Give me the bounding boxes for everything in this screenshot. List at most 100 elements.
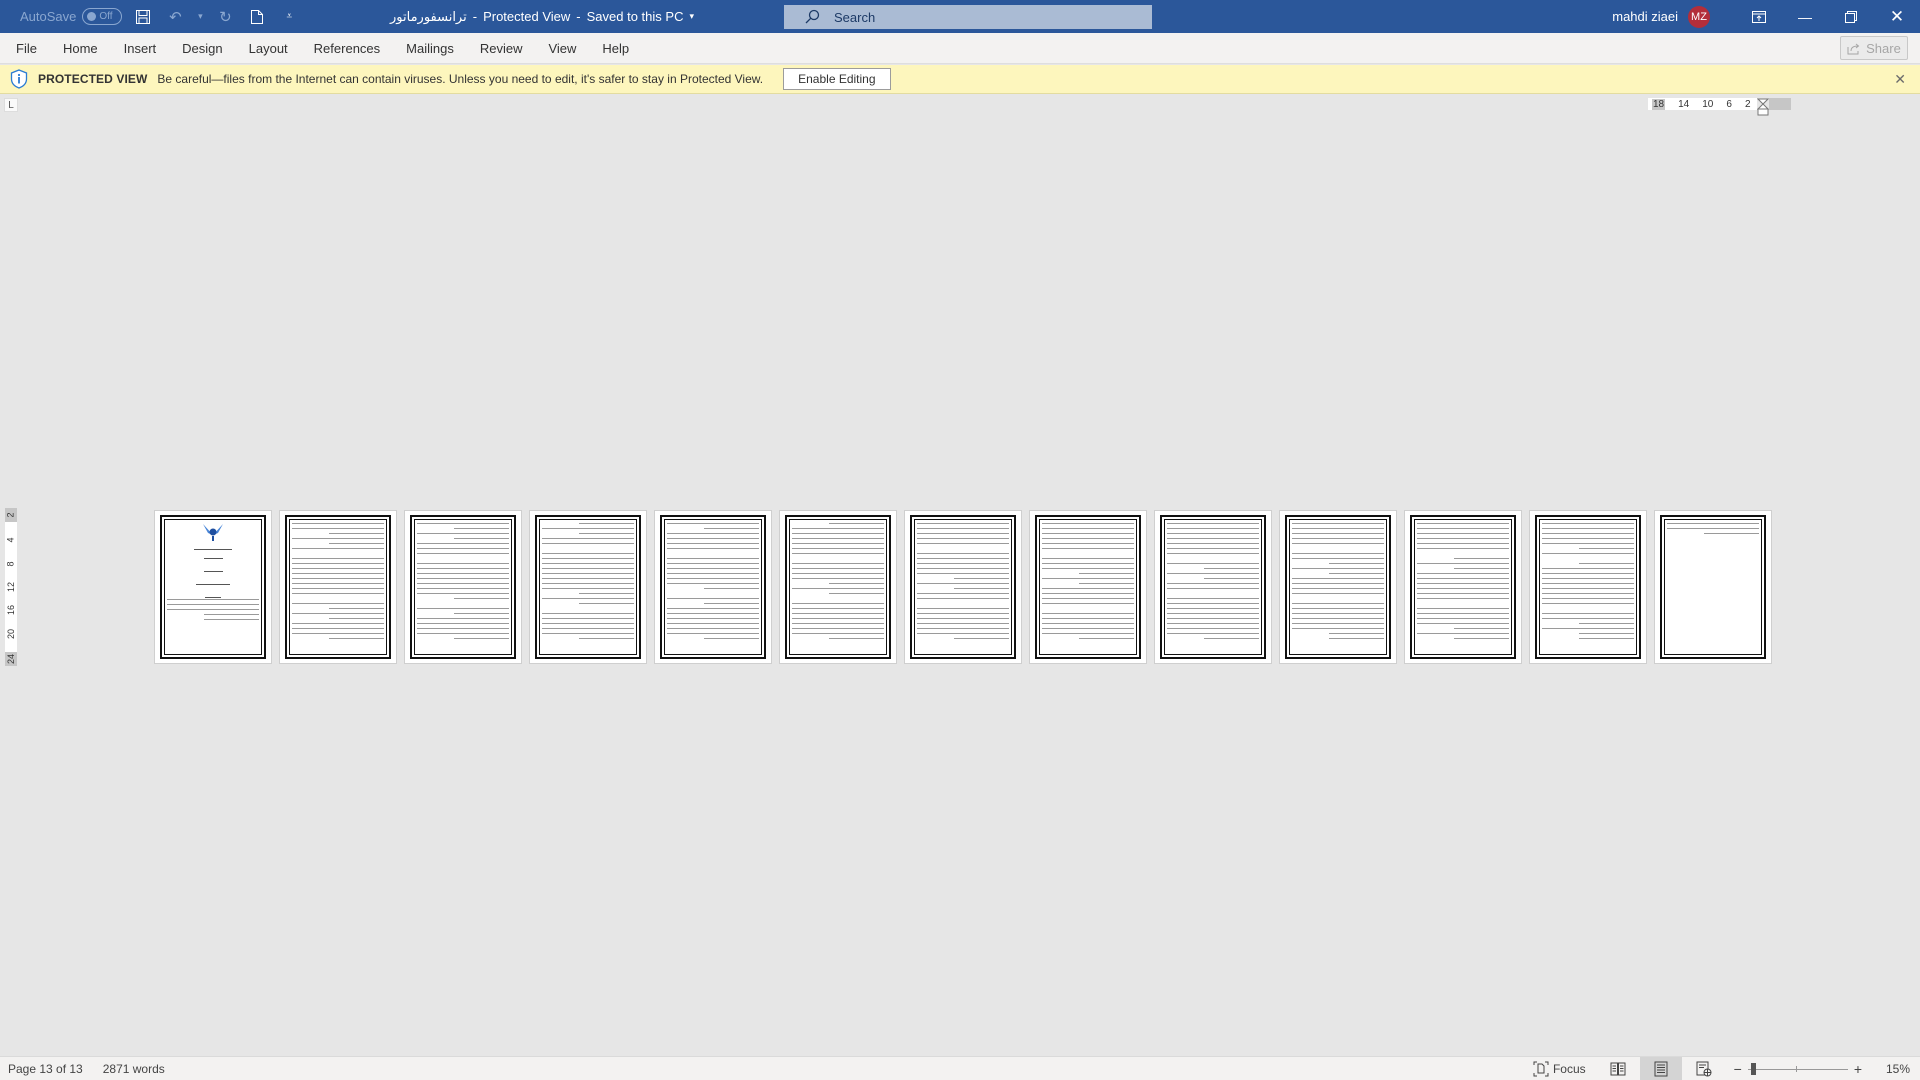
page-thumbnail[interactable] bbox=[1529, 510, 1647, 664]
page-thumbnail[interactable] bbox=[1279, 510, 1397, 664]
autosave-label: AutoSave bbox=[20, 9, 77, 24]
page-text bbox=[417, 523, 509, 643]
shield-info-icon bbox=[10, 69, 28, 89]
enable-editing-button[interactable]: Enable Editing bbox=[783, 68, 891, 90]
ruler-tick: 10 bbox=[1702, 98, 1714, 110]
save-status: Saved to this PC bbox=[586, 9, 684, 24]
undo-dropdown-icon[interactable]: ▾ bbox=[196, 6, 204, 28]
ruler-margin bbox=[1768, 98, 1791, 110]
tab-view[interactable]: View bbox=[535, 33, 589, 64]
page-thumbnail[interactable] bbox=[654, 510, 772, 664]
minimize-icon[interactable]: — bbox=[1782, 0, 1828, 33]
restore-icon[interactable] bbox=[1828, 0, 1874, 33]
search-icon bbox=[805, 9, 820, 24]
chevron-down-icon: ▾ bbox=[689, 11, 694, 21]
read-mode-button[interactable] bbox=[1596, 1057, 1640, 1080]
redo-icon[interactable]: ↻ bbox=[214, 6, 236, 28]
page-thumbnail[interactable] bbox=[529, 510, 647, 664]
close-icon[interactable]: ✕ bbox=[1874, 0, 1920, 33]
horizontal-ruler[interactable]: 18 14 10 6 2 bbox=[1648, 98, 1791, 116]
tab-mailings[interactable]: Mailings bbox=[393, 33, 467, 64]
zoom-control: − + bbox=[1734, 1061, 1862, 1077]
page-thumbnail[interactable] bbox=[1154, 510, 1272, 664]
ruler-tick: 12 bbox=[5, 581, 16, 592]
protected-view-bar: PROTECTED VIEW Be careful—files from the… bbox=[0, 65, 1920, 94]
ruler-tick: 16 bbox=[5, 605, 16, 616]
print-layout-icon bbox=[1654, 1061, 1668, 1077]
tab-help[interactable]: Help bbox=[589, 33, 642, 64]
page-text bbox=[667, 523, 759, 643]
tab-home[interactable]: Home bbox=[50, 33, 111, 64]
read-mode-icon bbox=[1610, 1062, 1626, 1076]
zoom-midpoint bbox=[1795, 1065, 1797, 1072]
zoom-in-button[interactable]: + bbox=[1854, 1061, 1862, 1077]
autosave-toggle[interactable]: AutoSave Off bbox=[20, 8, 123, 25]
zoom-slider[interactable] bbox=[1747, 1062, 1848, 1075]
page-indicator[interactable]: Page 13 of 13 bbox=[8, 1062, 83, 1076]
toggle-knob bbox=[87, 12, 97, 21]
page-thumbnail[interactable] bbox=[1654, 510, 1772, 664]
page-thumbnail[interactable] bbox=[404, 510, 522, 664]
page-text bbox=[792, 523, 884, 643]
user-name[interactable]: mahdi ziaei bbox=[1612, 9, 1678, 24]
ruler-tick: 24 bbox=[5, 653, 16, 664]
page-thumbnail[interactable] bbox=[154, 510, 272, 664]
page-text bbox=[917, 523, 1009, 643]
focus-button[interactable]: Focus bbox=[1523, 1057, 1596, 1080]
search-input[interactable]: Search bbox=[784, 5, 1152, 29]
title-separator: - bbox=[576, 9, 581, 24]
undo-icon[interactable]: ↶ bbox=[164, 6, 186, 28]
page-thumbnail[interactable] bbox=[1029, 510, 1147, 664]
ruler-margin: 24 bbox=[5, 651, 17, 666]
share-icon bbox=[1847, 43, 1860, 54]
title-bar: AutoSave Off ↶ ▾ ↻ ⩡ ترانسفورماتور - Pro… bbox=[0, 0, 1920, 33]
page-text bbox=[1667, 523, 1759, 538]
autosave-switch[interactable]: Off bbox=[82, 8, 123, 25]
ribbon: File Home Insert Design Layout Reference… bbox=[0, 33, 1920, 64]
ruler-tick: 6 bbox=[1726, 98, 1732, 110]
tab-layout[interactable]: Layout bbox=[236, 33, 301, 64]
document-pages bbox=[154, 510, 1772, 664]
zoom-out-button[interactable]: − bbox=[1734, 1061, 1742, 1077]
page-thumbnail[interactable] bbox=[779, 510, 897, 664]
web-layout-button[interactable] bbox=[1682, 1057, 1726, 1080]
word-count[interactable]: 2871 words bbox=[103, 1062, 165, 1076]
save-icon[interactable] bbox=[132, 6, 154, 28]
ruler-margin: 2 bbox=[5, 508, 17, 522]
tab-review[interactable]: Review bbox=[467, 33, 536, 64]
quick-access-toolbar: AutoSave Off ↶ ▾ ↻ ⩡ bbox=[20, 0, 300, 33]
ruler-body: 18 14 10 6 2 bbox=[1648, 98, 1757, 110]
window-controls-area: mahdi ziaei MZ — ✕ bbox=[1612, 0, 1920, 33]
zoom-slider-thumb[interactable] bbox=[1750, 1062, 1756, 1075]
ruler-tick: 2 bbox=[5, 512, 16, 518]
close-icon[interactable]: ✕ bbox=[1894, 71, 1906, 88]
page-text bbox=[1167, 523, 1259, 643]
vertical-ruler[interactable]: 2 4 8 12 16 20 24 bbox=[5, 508, 17, 666]
university-logo-icon bbox=[202, 521, 224, 545]
document-title[interactable]: ترانسفورماتور - Protected View - Saved t… bbox=[390, 0, 694, 33]
indent-marker-icon[interactable] bbox=[1756, 98, 1769, 116]
ribbon-tabs: File Home Insert Design Layout Reference… bbox=[0, 33, 642, 64]
page-thumbnail[interactable] bbox=[904, 510, 1022, 664]
tab-insert[interactable]: Insert bbox=[111, 33, 170, 64]
tab-design[interactable]: Design bbox=[169, 33, 235, 64]
tab-selector[interactable]: L bbox=[4, 98, 18, 112]
page-text bbox=[1042, 523, 1134, 643]
print-layout-button[interactable] bbox=[1639, 1057, 1682, 1080]
autosave-state: Off bbox=[99, 11, 113, 22]
customize-qat-icon[interactable]: ⩡ bbox=[278, 6, 300, 28]
share-button[interactable]: Share bbox=[1840, 36, 1908, 60]
page-thumbnail[interactable] bbox=[279, 510, 397, 664]
page-text bbox=[292, 523, 384, 643]
avatar[interactable]: MZ bbox=[1688, 5, 1710, 28]
new-document-icon[interactable] bbox=[246, 6, 268, 28]
ribbon-display-options-icon[interactable] bbox=[1736, 0, 1782, 33]
tab-file[interactable]: File bbox=[0, 33, 50, 64]
page-text bbox=[1292, 523, 1384, 643]
zoom-level[interactable]: 15% bbox=[1870, 1062, 1910, 1076]
protected-view-message: Be careful—files from the Internet can c… bbox=[157, 72, 764, 86]
tab-references[interactable]: References bbox=[301, 33, 393, 64]
page-text bbox=[1417, 523, 1509, 643]
ruler-tick: 18 bbox=[1652, 98, 1666, 110]
page-thumbnail[interactable] bbox=[1404, 510, 1522, 664]
